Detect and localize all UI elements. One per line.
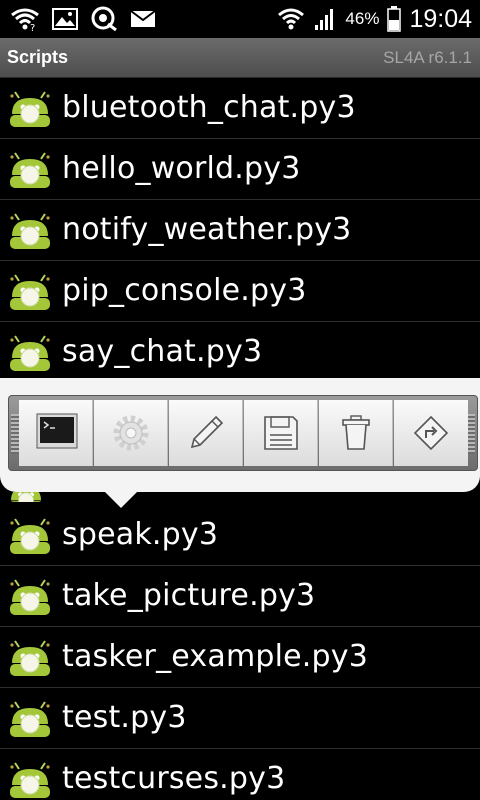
android-script-icon bbox=[9, 640, 51, 677]
terminal-icon bbox=[36, 413, 78, 449]
list-item[interactable]: say_chat.py3 bbox=[0, 322, 480, 383]
title-bar: Scripts SL4A r6.1.1 bbox=[0, 38, 480, 78]
android-script-icon bbox=[9, 762, 51, 799]
save-button[interactable] bbox=[244, 400, 318, 466]
delete-button[interactable] bbox=[319, 400, 393, 466]
scroll-grip-right bbox=[467, 414, 475, 454]
notification-icons: ? bbox=[10, 6, 156, 32]
list-item[interactable]: notify_weather.py3 bbox=[0, 200, 480, 261]
quick-action-popup bbox=[0, 378, 480, 492]
script-name: hello_world.py3 bbox=[62, 151, 301, 186]
android-script-icon bbox=[9, 701, 51, 738]
sync-notification-icon bbox=[91, 6, 117, 32]
edit-button[interactable] bbox=[169, 400, 243, 466]
gear-icon bbox=[113, 415, 149, 451]
obscured-script-icon bbox=[6, 492, 46, 502]
list-item[interactable]: tasker_example.py3 bbox=[0, 627, 480, 688]
run-background-button[interactable] bbox=[94, 400, 168, 466]
script-name: tasker_example.py3 bbox=[62, 639, 369, 674]
app-version: SL4A r6.1.1 bbox=[383, 48, 472, 67]
list-item[interactable]: pip_console.py3 bbox=[0, 261, 480, 322]
list-item[interactable]: take_picture.py3 bbox=[0, 566, 480, 627]
rename-icon bbox=[413, 415, 449, 451]
page-title: Scripts bbox=[7, 47, 69, 67]
android-script-icon bbox=[9, 152, 51, 189]
email-notification-icon bbox=[130, 10, 156, 27]
list-item[interactable]: testcurses.py3 bbox=[0, 749, 480, 800]
script-name: test.py3 bbox=[62, 700, 187, 735]
script-name: take_picture.py3 bbox=[62, 578, 316, 613]
script-name: pip_console.py3 bbox=[62, 273, 307, 308]
android-script-icon bbox=[9, 518, 51, 555]
android-script-icon bbox=[9, 579, 51, 616]
svg-text:?: ? bbox=[30, 23, 35, 31]
list-item[interactable]: hello_world.py3 bbox=[0, 139, 480, 200]
script-name: bluetooth_chat.py3 bbox=[62, 90, 356, 125]
battery-icon bbox=[387, 6, 402, 32]
battery-percent: 46% bbox=[345, 9, 380, 28]
script-name: speak.py3 bbox=[62, 517, 219, 552]
script-name: testcurses.py3 bbox=[62, 761, 286, 796]
cell-signal-icon bbox=[315, 9, 334, 30]
script-name: notify_weather.py3 bbox=[62, 212, 352, 247]
action-toolbar bbox=[8, 395, 478, 471]
system-icons: 46% 19:04 bbox=[277, 4, 472, 34]
clock: 19:04 bbox=[409, 4, 472, 33]
run-in-terminal-button[interactable] bbox=[19, 400, 93, 466]
script-name: say_chat.py3 bbox=[62, 334, 263, 369]
pencil-icon bbox=[190, 415, 224, 449]
list-item[interactable]: speak.py3 bbox=[0, 505, 480, 566]
android-script-icon bbox=[9, 213, 51, 250]
list-item[interactable]: test.py3 bbox=[0, 688, 480, 749]
android-script-icon bbox=[9, 274, 51, 311]
wifi-icon bbox=[278, 8, 305, 30]
save-icon bbox=[264, 416, 298, 450]
android-script-icon bbox=[9, 91, 51, 128]
trash-icon bbox=[342, 415, 370, 450]
wifi-signal-icon: ? bbox=[11, 8, 39, 31]
android-script-icon bbox=[9, 335, 51, 372]
scroll-grip-left bbox=[11, 414, 19, 454]
popup-pointer bbox=[103, 490, 139, 508]
rename-button[interactable] bbox=[394, 400, 468, 466]
list-item[interactable]: bluetooth_chat.py3 bbox=[0, 78, 480, 139]
status-bar: ? 46% 19:04 bbox=[0, 0, 480, 38]
image-notification-icon bbox=[52, 8, 78, 30]
